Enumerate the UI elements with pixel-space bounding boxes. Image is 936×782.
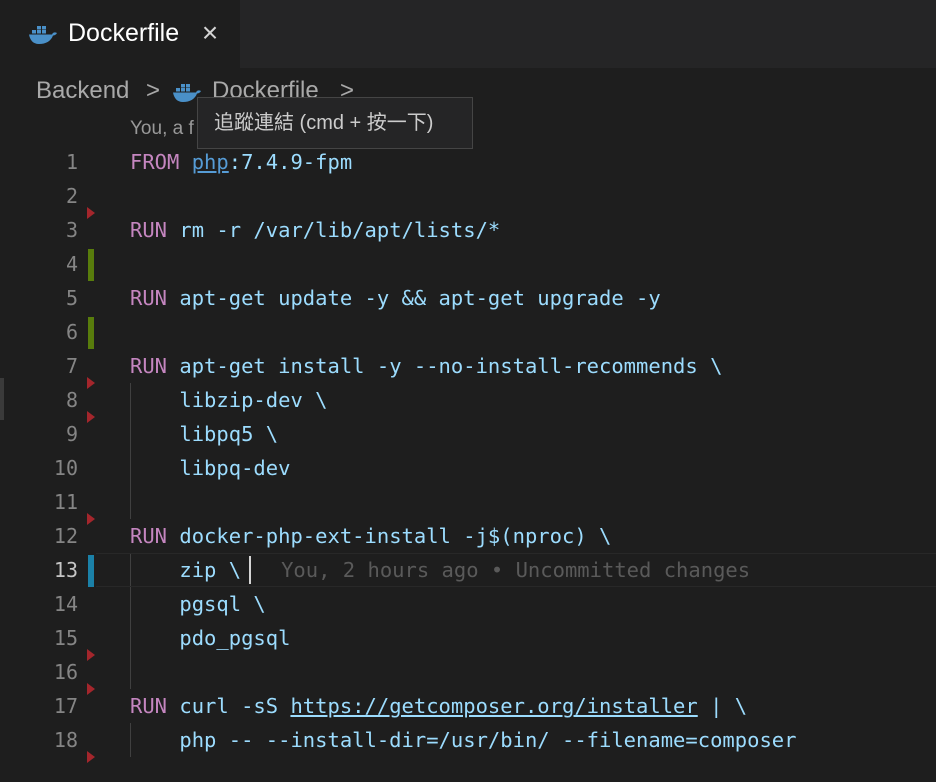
line-number: 7 <box>65 354 78 378</box>
line-number: 8 <box>65 388 78 412</box>
code-text: php -- --install-dir=/usr/bin/ --filenam… <box>130 728 797 752</box>
line-number: 16 <box>53 660 78 684</box>
code-line-current[interactable]: 13 zip \ You, 2 hours ago • Uncommitted c… <box>0 553 936 587</box>
line-number: 14 <box>53 592 78 616</box>
code-line[interactable]: 1 FROM php:7.4.9-fpm <box>0 145 936 179</box>
code-line[interactable]: 16 <box>0 655 936 689</box>
hover-tooltip: 追蹤連結 (cmd + 按一下) <box>197 97 473 149</box>
code-line[interactable]: 3 RUN rm -r /var/lib/apt/lists/* <box>0 213 936 247</box>
keyword: RUN <box>130 694 168 718</box>
text-cursor <box>249 556 251 584</box>
code-text: RUN docker-php-ext-install -j$(nproc) \ <box>130 519 611 553</box>
code-line[interactable]: 6 <box>0 315 936 349</box>
code-line[interactable]: 17 RUN curl -sS https://getcomposer.org/… <box>0 689 936 723</box>
code-line[interactable]: 10 libpq-dev <box>0 451 936 485</box>
code-rest: apt-get update -y && apt-get upgrade -y <box>167 286 661 310</box>
keyword: RUN <box>130 524 168 548</box>
line-number: 9 <box>65 422 78 446</box>
tab-label: Dockerfile <box>68 19 180 47</box>
code-rest: zip \ <box>130 558 242 582</box>
line-number: 4 <box>65 252 78 276</box>
breadcrumb-folder[interactable]: Backend <box>36 76 129 106</box>
code-rest: :7.4.9-fpm <box>228 150 353 174</box>
line-number: 13 <box>53 558 78 582</box>
code-text: FROM php:7.4.9-fpm <box>130 145 352 179</box>
keyword: RUN <box>130 218 168 242</box>
code-text: libpq-dev <box>130 456 291 480</box>
image-link[interactable]: php <box>192 150 229 174</box>
code-text: libzip-dev \ <box>130 388 328 412</box>
code-line[interactable]: 9 libpq5 \ <box>0 417 936 451</box>
keyword: RUN <box>130 286 168 310</box>
code-line[interactable]: 18 php -- --install-dir=/usr/bin/ --file… <box>0 723 936 757</box>
code-line[interactable]: 11 <box>0 485 936 519</box>
line-number: 10 <box>53 456 78 480</box>
line-number: 6 <box>65 320 78 344</box>
code-line[interactable]: 4 <box>0 247 936 281</box>
keyword: RUN <box>130 354 168 378</box>
line-number: 18 <box>53 728 78 752</box>
close-icon[interactable]: × <box>197 19 223 47</box>
code-text: RUN rm -r /var/lib/apt/lists/* <box>130 213 500 247</box>
code-line[interactable]: 8 libzip-dev \ <box>0 383 936 417</box>
url-link[interactable]: https://getcomposer.org/installer <box>290 694 697 718</box>
docker-icon <box>29 26 57 44</box>
code-line[interactable]: 12 RUN docker-php-ext-install -j$(nproc)… <box>0 519 936 553</box>
line-number: 11 <box>53 490 78 514</box>
chevron-right-icon: > <box>146 77 161 104</box>
line-number: 15 <box>53 626 78 650</box>
code-text: pdo_pgsql <box>130 626 291 650</box>
line-number: 5 <box>65 286 78 310</box>
line-number: 12 <box>53 524 78 548</box>
code-text: pgsql \ <box>130 592 266 616</box>
keyword: FROM <box>130 150 180 174</box>
line-number: 3 <box>65 218 78 242</box>
code-text: RUN curl -sS https://getcomposer.org/ins… <box>130 689 747 723</box>
code-rest: curl -sS <box>167 694 291 718</box>
code-text: zip \ You, 2 hours ago • Uncommitted chan… <box>130 553 750 587</box>
inline-blame: You, 2 hours ago • Uncommitted changes <box>281 558 751 582</box>
code-line[interactable]: 5 RUN apt-get update -y && apt-get upgra… <box>0 281 936 315</box>
code-rest: docker-php-ext-install -j$(nproc) \ <box>167 524 612 548</box>
code-text: RUN apt-get install -y --no-install-reco… <box>130 349 722 383</box>
code-line[interactable]: 2 <box>0 179 936 213</box>
tab-bar: Dockerfile × <box>0 0 936 68</box>
code-line[interactable]: 14 pgsql \ <box>0 587 936 621</box>
code-tail: | \ <box>697 694 748 718</box>
line-number: 2 <box>65 184 78 208</box>
code-text: libpq5 \ <box>130 422 279 446</box>
line-number: 17 <box>53 694 78 718</box>
code-rest: rm -r /var/lib/apt/lists/* <box>167 218 501 242</box>
code-text: RUN apt-get update -y && apt-get upgrade… <box>130 281 661 315</box>
code-rest: apt-get install -y --no-install-recommen… <box>167 354 723 378</box>
code-line[interactable]: 15 pdo_pgsql <box>0 621 936 655</box>
tab-dockerfile[interactable]: Dockerfile × <box>0 0 240 68</box>
code-line[interactable]: 7 RUN apt-get install -y --no-install-re… <box>0 349 936 383</box>
line-number: 1 <box>65 150 78 174</box>
